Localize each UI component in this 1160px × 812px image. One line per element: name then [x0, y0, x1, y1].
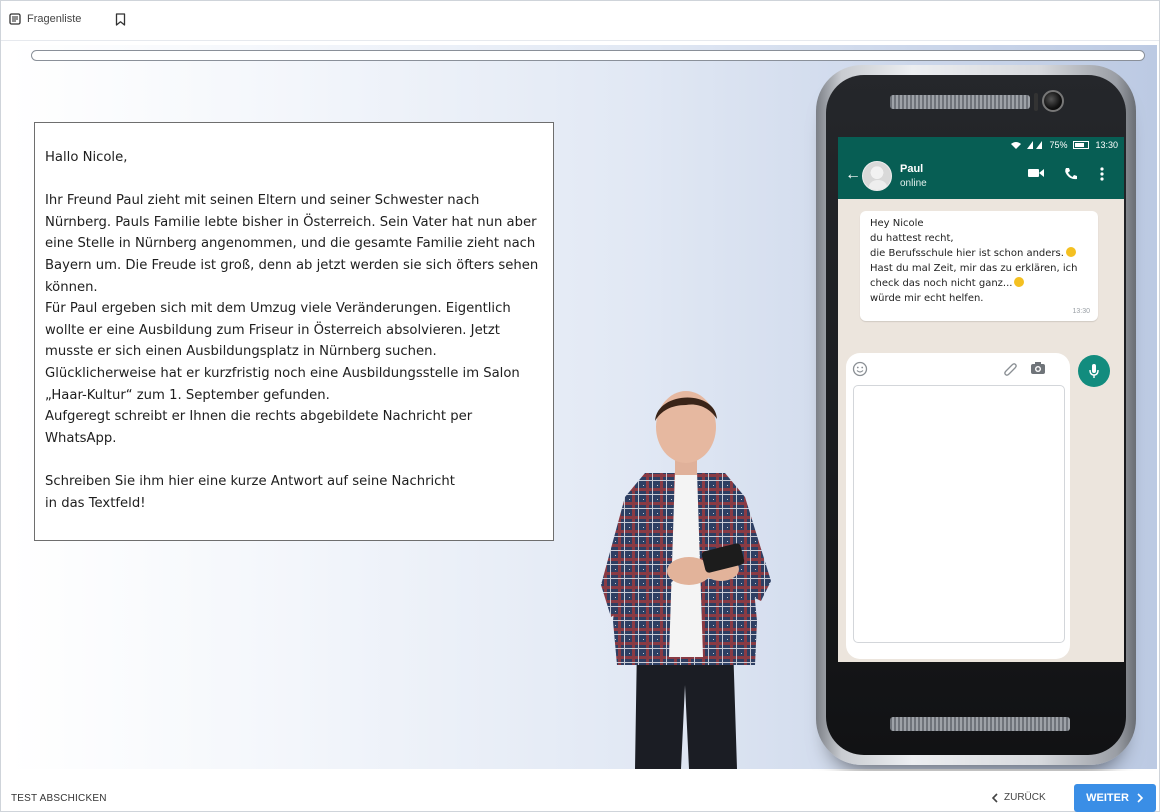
bookmark-button[interactable]: [115, 13, 126, 26]
signal-icon: [1027, 141, 1043, 149]
battery-percent: 75%: [1049, 140, 1068, 150]
bookmark-icon: [115, 13, 126, 26]
chat-message-bubble: Hey Nicole du hattest recht, die Berufss…: [860, 211, 1098, 321]
phone-call-icon[interactable]: [1064, 167, 1078, 181]
app-window: Fragenliste Hallo Nicole, Ihr Freund Pau…: [0, 0, 1160, 812]
bottom-navigation: TEST ABSCHICKEN ZURÜCK WEITER: [1, 771, 1159, 812]
video-call-icon[interactable]: [1028, 167, 1044, 179]
chevron-right-icon: [1137, 793, 1144, 803]
task-paragraph: Für Paul ergeben sich mit dem Umzug viel…: [45, 301, 511, 360]
battery-icon: [1073, 141, 1090, 149]
mic-button[interactable]: [1078, 355, 1110, 387]
top-toolbar: Fragenliste: [1, 1, 1159, 41]
task-paragraph: Aufgeregt schreibt er Ihnen die rechts a…: [45, 409, 473, 446]
phone-mockup: 75% 13:30 ← Paul online Hey Nicole du ha…: [816, 65, 1136, 765]
contact-avatar[interactable]: [862, 161, 892, 191]
message-time: 13:30: [1072, 308, 1090, 315]
sweat-smile-emoji-icon: [1014, 277, 1025, 287]
contact-status: online: [900, 178, 927, 189]
task-greeting: Hallo Nicole,: [45, 150, 128, 165]
task-text-box: Hallo Nicole, Ihr Freund Paul zieht mit …: [34, 122, 554, 541]
message-line: Hast du mal Zeit, mir das zu erklären, i…: [870, 263, 1078, 274]
front-camera: [1042, 90, 1064, 112]
phone-status-bar: 75% 13:30: [838, 137, 1124, 153]
attachment-icon[interactable]: [1002, 361, 1018, 377]
microphone-icon: [1089, 364, 1099, 378]
message-line: Hey Nicole: [870, 218, 924, 229]
message-composer: [846, 353, 1070, 659]
message-line: du hattest recht,: [870, 233, 954, 244]
task-paragraph: Ihr Freund Paul zieht mit seinen Eltern …: [45, 193, 539, 295]
list-icon: [9, 13, 21, 25]
message-line: würde mir echt helfen.: [870, 293, 984, 304]
speaker-grill: [890, 95, 1030, 109]
task-instruction: in das Textfeld!: [45, 495, 146, 511]
person-with-phone-image: [601, 391, 771, 769]
chevron-left-icon: [991, 792, 998, 803]
contact-name: Paul: [900, 163, 924, 175]
progress-bar: [31, 50, 1145, 61]
camera-icon[interactable]: [1030, 361, 1046, 375]
message-line: die Berufsschule hier ist schon anders.: [870, 246, 1090, 261]
question-list-button[interactable]: Fragenliste: [9, 13, 81, 25]
emoji-icon[interactable]: [852, 361, 868, 377]
status-time: 13:30: [1095, 140, 1118, 150]
back-button[interactable]: ZURÜCK: [991, 792, 1046, 803]
back-arrow-icon[interactable]: ←: [845, 167, 861, 183]
task-instruction: Schreiben Sie ihm hier eine kurze Antwor…: [45, 473, 455, 489]
submit-test-button[interactable]: TEST ABSCHICKEN: [11, 793, 107, 804]
speaker-grill: [890, 717, 1070, 731]
more-options-icon[interactable]: [1100, 167, 1104, 181]
next-label: WEITER: [1086, 792, 1129, 804]
chat-header: ← Paul online: [838, 153, 1124, 199]
next-button[interactable]: WEITER: [1074, 784, 1156, 812]
whatsapp-screen: 75% 13:30 ← Paul online Hey Nicole du ha…: [838, 137, 1124, 662]
grin-emoji-icon: [1065, 247, 1076, 257]
task-paragraph: Glücklicherweise hat er kurzfristig noch…: [45, 365, 520, 403]
reply-textarea[interactable]: [853, 385, 1065, 643]
question-list-label: Fragenliste: [27, 13, 82, 25]
message-line: check das noch nicht ganz...: [870, 276, 1090, 291]
wifi-icon: [1011, 142, 1022, 149]
back-label: ZURÜCK: [1004, 792, 1046, 803]
